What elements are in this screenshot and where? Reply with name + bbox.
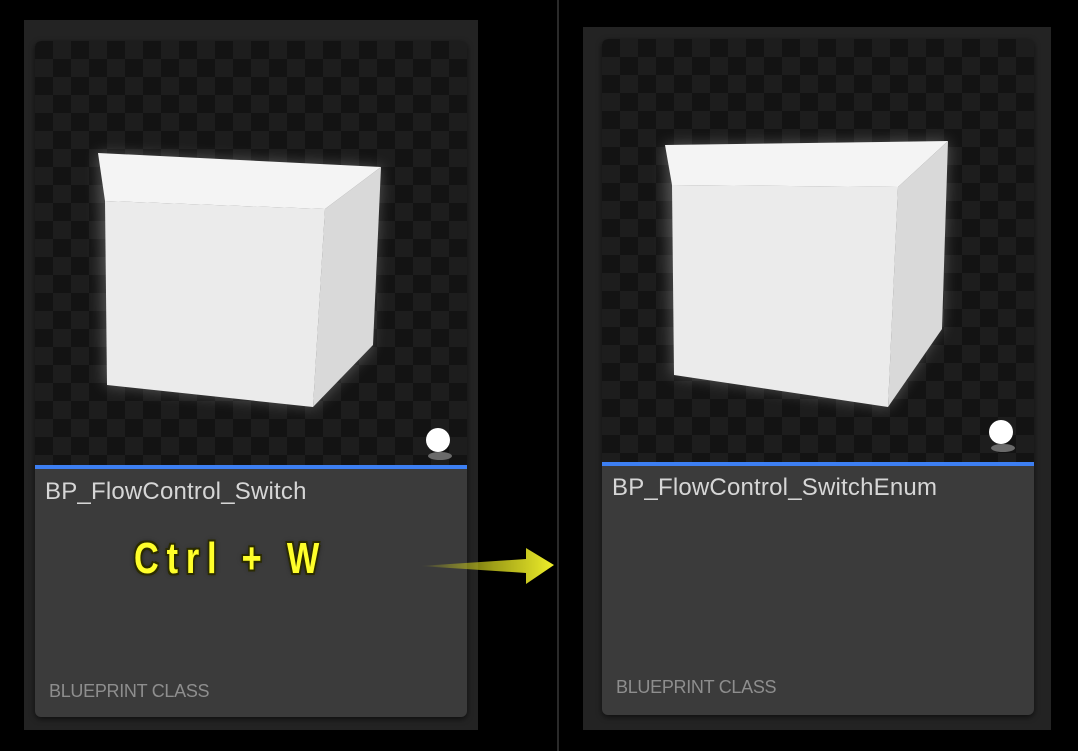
actor-sphere-icon (426, 428, 452, 460)
asset-tile-bp-flowcontrol-switchenum[interactable]: BP_FlowControl_SwitchEnum BLUEPRINT CLAS… (602, 39, 1034, 715)
white-cube-icon (665, 141, 948, 407)
asset-name: BP_FlowControl_SwitchEnum (612, 474, 938, 501)
arrow-right-icon (420, 548, 554, 584)
asset-name: BP_FlowControl_Switch (45, 478, 307, 505)
after-pane: BP_FlowControl_SwitchEnum BLUEPRINT CLAS… (559, 0, 1078, 751)
asset-type-label: BLUEPRINT CLASS (616, 677, 777, 697)
actor-sphere-icon (989, 420, 1015, 452)
asset-color-bar (35, 465, 467, 469)
asset-thumbnail (602, 39, 1034, 462)
asset-thumbnail (35, 41, 467, 465)
content-browser-panel: BP_FlowControl_SwitchEnum BLUEPRINT CLAS… (583, 27, 1051, 730)
before-pane: BP_FlowControl_Switch BLUEPRINT CLASS Ct… (0, 0, 557, 751)
asset-tile-bp-flowcontrol-switch[interactable]: BP_FlowControl_Switch BLUEPRINT CLASS (35, 41, 467, 717)
white-cube-icon (98, 153, 381, 407)
content-browser-panel: BP_FlowControl_Switch BLUEPRINT CLASS (24, 20, 478, 730)
asset-color-bar (602, 462, 1034, 466)
asset-type-label: BLUEPRINT CLASS (49, 681, 210, 701)
shortcut-label: Ctrl + W (134, 534, 328, 583)
